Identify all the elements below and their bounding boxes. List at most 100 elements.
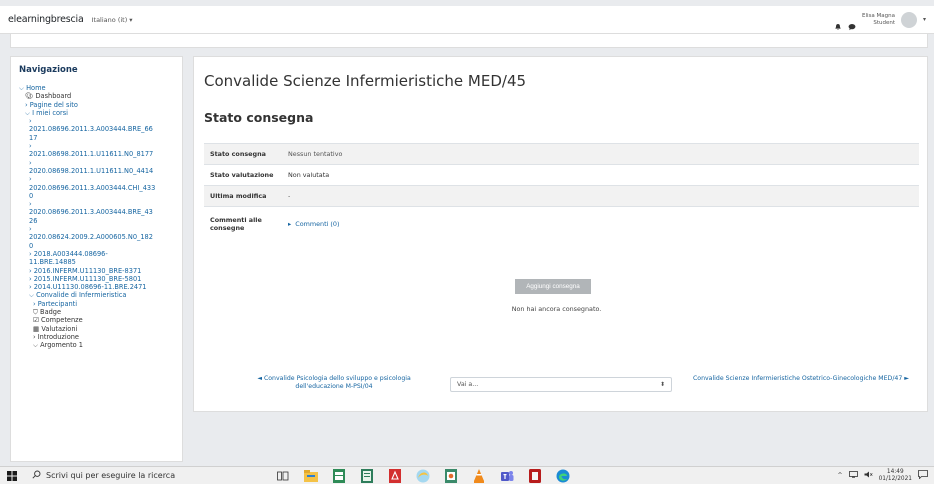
messages-icon[interactable] — [848, 16, 856, 30]
comments-label: Commenti (0) — [295, 219, 340, 228]
chevron-right-icon: › — [29, 225, 32, 234]
submission-status-table: Stato consegna Nessun tentativo Stato va… — [204, 143, 919, 241]
nav-course-6[interactable]: 2020.08624.2009.2.A000605.N0_182 — [19, 233, 174, 241]
select-arrows-icon: ⬍ — [659, 381, 665, 388]
nav-competencies[interactable]: ☑ Competenze — [19, 316, 174, 324]
nav-course-1-chevron[interactable]: › — [19, 117, 174, 125]
nav-course-label: 26 — [29, 216, 38, 225]
nav-course-4-chevron[interactable]: › — [19, 175, 174, 183]
file-explorer-icon[interactable] — [302, 469, 320, 483]
nav-participants[interactable]: › Partecipanti — [19, 300, 174, 308]
nav-course-3[interactable]: 2020.08698.2011.1.U11611.N0_4414 — [19, 167, 174, 175]
nav-current-course[interactable]: ⌵ Convalide di Infermieristica — [19, 291, 174, 299]
nav-site-pages[interactable]: › Pagine del sito — [19, 101, 174, 109]
nav-course-9[interactable]: › 2015.INFERM.U11130_BRE-5801 — [19, 275, 174, 283]
chevron-right-icon: › — [29, 158, 32, 167]
nav-course-5-chevron[interactable]: › — [19, 200, 174, 208]
site-brand[interactable]: elearningbrescia — [8, 14, 84, 25]
nav-home[interactable]: ⌵ Home — [19, 84, 174, 92]
add-submission-button[interactable]: Aggiungi consegna — [515, 279, 591, 294]
previous-activity-link[interactable]: ◄ Convalide Psicologia dello sviluppo e … — [234, 375, 434, 391]
nav-course-label: 2020.08696.2011.3.A003444.BRE_43 — [29, 208, 153, 217]
nav-badge[interactable]: ⛉ Badge — [19, 308, 174, 316]
clock[interactable]: 14:49 01/12/2021 — [879, 469, 912, 483]
row-key: Stato consegna — [204, 143, 282, 165]
nav-course-label: ⌵ Convalide di Infermieristica — [29, 291, 127, 300]
spreadsheet-app-icon[interactable] — [330, 468, 348, 483]
nav-my-courses[interactable]: ⌵ I miei corsi — [19, 109, 174, 117]
nav-dashboard-label: Dashboard — [35, 92, 72, 101]
nav-course-5[interactable]: 2020.08696.2011.3.A003444.BRE_43 — [19, 208, 174, 216]
presentation-app-icon[interactable] — [442, 468, 460, 483]
nav-course-label: 2020.08698.2011.1.U11611.N0_4414 — [29, 166, 154, 175]
nav-grades-label: Valutazioni — [41, 324, 78, 333]
nav-course-6-chevron[interactable]: › — [19, 225, 174, 233]
edge-browser-icon[interactable] — [554, 469, 572, 483]
document-app-icon[interactable] — [358, 468, 376, 483]
windows-start-icon[interactable] — [0, 470, 24, 481]
nav-course-8[interactable]: › 2016.INFERM.U11130_BRE-8371 — [19, 267, 174, 275]
nav-course-7[interactable]: › 2018.A003444.08696- — [19, 250, 174, 258]
nav-course-10[interactable]: › 2014.U11130.08696-11.BRE.2471 — [19, 283, 174, 291]
nav-course-1-cont[interactable]: 17 — [19, 134, 174, 142]
nav-course-6-cont[interactable]: 0 — [19, 242, 174, 250]
nav-introduction[interactable]: › Introduzione — [19, 333, 174, 341]
nav-dashboard[interactable]: 🎨︎ Dashboard — [19, 92, 174, 100]
notification-bell-icon[interactable] — [834, 16, 842, 30]
next-activity-link[interactable]: Convalide Scienze Infermieristiche Ostet… — [690, 375, 912, 383]
nav-course-4-cont[interactable]: 0 — [19, 192, 174, 200]
chevron-right-icon: › — [29, 200, 32, 209]
chevron-right-icon: › — [29, 117, 32, 126]
vlc-player-icon[interactable] — [470, 468, 488, 483]
navigation-title: Navigazione — [19, 65, 78, 75]
teams-icon[interactable] — [498, 469, 516, 483]
nav-badge-label: Badge — [40, 308, 62, 317]
user-menu[interactable]: Elisa Magna Student — [862, 13, 895, 27]
taskbar-search[interactable]: Scrivi qui per eseguire la ricerca — [24, 467, 264, 484]
comments-link[interactable]: ▸ Commenti (0) — [288, 220, 339, 228]
language-menu[interactable]: Italiano (it) ▾ — [92, 16, 133, 24]
volume-icon[interactable] — [864, 471, 873, 480]
nav-course-label: 0 — [29, 241, 34, 250]
browser-icon[interactable] — [414, 469, 432, 483]
top-navbar: elearningbrescia Italiano (it) ▾ Elisa M… — [0, 6, 934, 34]
nav-course-label: › 2016.INFERM.U11130_BRE-8371 — [29, 266, 142, 275]
system-tray: ^ 14:49 01/12/2021 — [838, 469, 934, 483]
nav-course-label: 17 — [29, 133, 38, 142]
shield-icon: ⛉ — [33, 308, 41, 317]
nav-grades[interactable]: ▦ Valutazioni — [19, 325, 174, 333]
nav-my-courses-label: ⌵ I miei corsi — [25, 108, 69, 117]
navigation-block: Navigazione ⌵ Home 🎨︎ Dashboard › Pagine… — [10, 56, 183, 462]
notification-center-icon[interactable] — [918, 470, 928, 481]
navigation-tree: ⌵ Home 🎨︎ Dashboard › Pagine del sito ⌵ … — [19, 84, 174, 350]
row-value: Non valutata — [282, 164, 919, 186]
search-placeholder: Scrivi qui per eseguire la ricerca — [46, 471, 176, 480]
chevron-down-icon[interactable]: ▾ — [923, 16, 926, 23]
nav-course-label: 2020.08696.2011.3.A003444.CHI_433 — [29, 183, 156, 192]
pdf-reader-icon[interactable] — [386, 468, 404, 483]
nav-course-label: 11.BRE.14885 — [29, 258, 76, 267]
task-view-icon[interactable] — [274, 469, 292, 483]
user-name: Elisa Magna — [862, 12, 895, 19]
nav-course-2[interactable]: 2021.08698.2011.1.U11611.N0_8177 — [19, 150, 174, 158]
row-key: Ultima modifica — [204, 185, 282, 207]
row-key: Commenti alle consegne — [204, 206, 282, 241]
avatar[interactable] — [900, 11, 917, 28]
nav-topic-1[interactable]: ⌵ Argomento 1 — [19, 341, 174, 349]
jump-to-select[interactable]: Vai a... ⬍ — [450, 377, 672, 392]
network-icon[interactable] — [848, 471, 858, 480]
table-row: Stato valutazione Non valutata — [204, 164, 919, 186]
nav-course-1[interactable]: 2021.08696.2011.3.A003444.BRE_66 — [19, 125, 174, 133]
checkbox-icon: ☑ — [33, 316, 42, 325]
chevron-up-icon[interactable]: ^ — [838, 472, 843, 479]
nav-course-4[interactable]: 2020.08696.2011.3.A003444.CHI_433 — [19, 184, 174, 192]
nav-course-2-chevron[interactable]: › — [19, 142, 174, 150]
nav-course-label: › 2015.INFERM.U11130_BRE-5801 — [29, 274, 142, 283]
nav-course-7-cont[interactable]: 11.BRE.14885 — [19, 258, 174, 266]
submission-notice: Non hai ancora consegnato. — [511, 305, 602, 313]
nav-course-5-cont[interactable]: 26 — [19, 217, 174, 225]
app-red-icon[interactable] — [526, 468, 544, 483]
table-row: Commenti alle consegne ▸ Commenti (0) — [204, 206, 919, 241]
nav-course-3-chevron[interactable]: › — [19, 159, 174, 167]
nav-course-label: 2021.08698.2011.1.U11611.N0_8177 — [29, 150, 154, 159]
